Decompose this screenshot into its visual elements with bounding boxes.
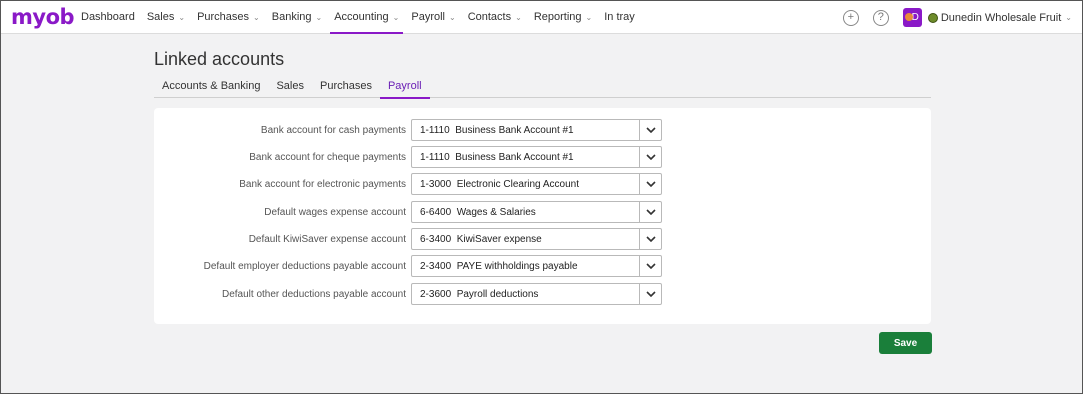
nav-item-label: Contacts [467, 11, 512, 23]
plus-circle-icon[interactable]: + [842, 9, 859, 26]
chevron-down-icon: ⌄ [448, 12, 456, 22]
chevron-down-icon[interactable] [639, 202, 661, 222]
form-row: Bank account for cheque payments 1-1110 B… [154, 146, 931, 168]
account-select[interactable]: 2-3600 Payroll deductions [411, 283, 662, 305]
myob-logo[interactable]: myob [11, 5, 75, 29]
field-label: Default other deductions payable account [221, 288, 406, 300]
tab-bar: Accounts & Banking Sales Purchases Payroll [154, 76, 931, 99]
chevron-down-icon: ⌄ [515, 12, 522, 22]
nav-item-banking[interactable]: Banking ⌄ [268, 1, 326, 34]
account-select[interactable]: 1-1110 Business Bank Account #1 [411, 119, 662, 141]
nav-item-label: Purchases [197, 11, 250, 23]
field-label: Default wages expense account [264, 206, 406, 218]
account-select[interactable]: 1-1110 Business Bank Account #1 [411, 146, 662, 168]
account-select[interactable]: 6-6400 Wages & Salaries [411, 201, 662, 223]
select-value: 1-3000 Electronic Clearing Account [420, 178, 579, 190]
nav-item-label: Sales [146, 11, 175, 23]
page-title: Linked accounts [154, 49, 285, 69]
account-select[interactable]: 6-3400 KiwiSaver expense [411, 228, 662, 250]
field-label: Bank account for electronic payments [239, 178, 406, 190]
chevron-down-icon: ⌄ [315, 12, 323, 22]
chevron-down-icon[interactable] [639, 120, 661, 140]
tab-purchases[interactable]: Purchases [312, 76, 380, 98]
form-row: Bank account for electronic payments 1-30… [154, 173, 931, 195]
nav-item-dashboard[interactable]: Dashboard [77, 1, 139, 34]
form-row: Default KiwiSaver expense account 6-3400 … [154, 228, 931, 250]
nav-item-reporting[interactable]: Reporting ⌄ [530, 1, 596, 34]
select-value: 1-1110 Business Bank Account #1 [420, 151, 574, 163]
select-value: 6-6400 Wages & Salaries [420, 206, 536, 218]
tab-accounts-banking[interactable]: Accounts & Banking [154, 76, 268, 98]
select-value: 2-3600 Payroll deductions [420, 288, 539, 300]
field-label: Default KiwiSaver expense account [248, 233, 406, 245]
business-icon [927, 12, 938, 23]
nav-right-area: + ? D Dunedin Wholesale Fruit ⌄ [842, 1, 1072, 34]
linked-accounts-form: Bank account for cash payments 1-1110 Bus… [154, 108, 931, 324]
nav-item-label: Payroll [411, 11, 445, 23]
avatar[interactable]: D [902, 8, 922, 27]
top-navigation-bar: myob Dashboard Sales ⌄ Purchases ⌄ Banking ⌄ Ac… [1, 1, 1082, 34]
field-label: Bank account for cheque payments [249, 151, 406, 163]
nav-item-in-tray[interactable]: In tray [600, 1, 639, 34]
help-circle-icon[interactable]: ? [872, 9, 889, 26]
chevron-down-icon[interactable] [639, 284, 661, 304]
nav-item-contacts[interactable]: Contacts ⌄ [464, 1, 526, 34]
chevron-down-icon[interactable] [639, 174, 661, 194]
account-select[interactable]: 1-3000 Electronic Clearing Account [411, 173, 662, 195]
avatar-dot [904, 13, 913, 21]
nav-item-sales[interactable]: Sales ⌄ [143, 1, 189, 34]
main-nav: Dashboard Sales ⌄ Purchases ⌄ Banking ⌄ Account… [77, 1, 643, 34]
field-label: Default employer deductions payable acco… [203, 260, 406, 272]
form-row: Bank account for cash payments 1-1110 Bus… [154, 119, 931, 141]
select-value: 6-3400 KiwiSaver expense [420, 233, 542, 245]
form-row: Default wages expense account 6-6400 Wage… [154, 201, 931, 223]
select-value: 2-3400 PAYE withholdings payable [420, 260, 578, 272]
field-label: Bank account for cash payments [260, 124, 406, 136]
chevron-down-icon: ⌄ [392, 12, 400, 22]
save-button[interactable]: Save [879, 332, 932, 354]
chevron-down-icon: ⌄ [253, 12, 260, 22]
chevron-down-icon[interactable] [639, 147, 661, 167]
chevron-down-icon: ⌄ [585, 12, 593, 22]
nav-item-purchases[interactable]: Purchases ⌄ [193, 1, 264, 34]
tab-payroll[interactable]: Payroll [379, 76, 430, 99]
nav-item-label: Reporting [533, 11, 582, 23]
nav-item-label: Accounting [334, 11, 389, 23]
form-row: Default other deductions payable account… [154, 283, 931, 305]
nav-item-label: Banking [271, 11, 312, 23]
nav-item-payroll[interactable]: Payroll ⌄ [407, 1, 459, 34]
nav-item-accounting[interactable]: Accounting ⌄ [330, 1, 404, 34]
tab-sales[interactable]: Sales [268, 76, 312, 98]
chevron-down-icon: ⌄ [178, 12, 186, 22]
chevron-down-icon[interactable] [639, 256, 661, 276]
nav-item-label: In tray [604, 11, 635, 23]
chevron-down-icon[interactable]: ⌄ [1065, 13, 1072, 22]
chevron-down-icon[interactable] [639, 229, 661, 249]
business-switcher[interactable]: Dunedin Wholesale Fruit [941, 12, 1061, 24]
nav-item-label: Dashboard [81, 11, 135, 23]
account-select[interactable]: 2-3400 PAYE withholdings payable [411, 255, 662, 277]
form-row: Default employer deductions payable acco… [154, 255, 931, 277]
select-value: 1-1110 Business Bank Account #1 [420, 124, 574, 136]
